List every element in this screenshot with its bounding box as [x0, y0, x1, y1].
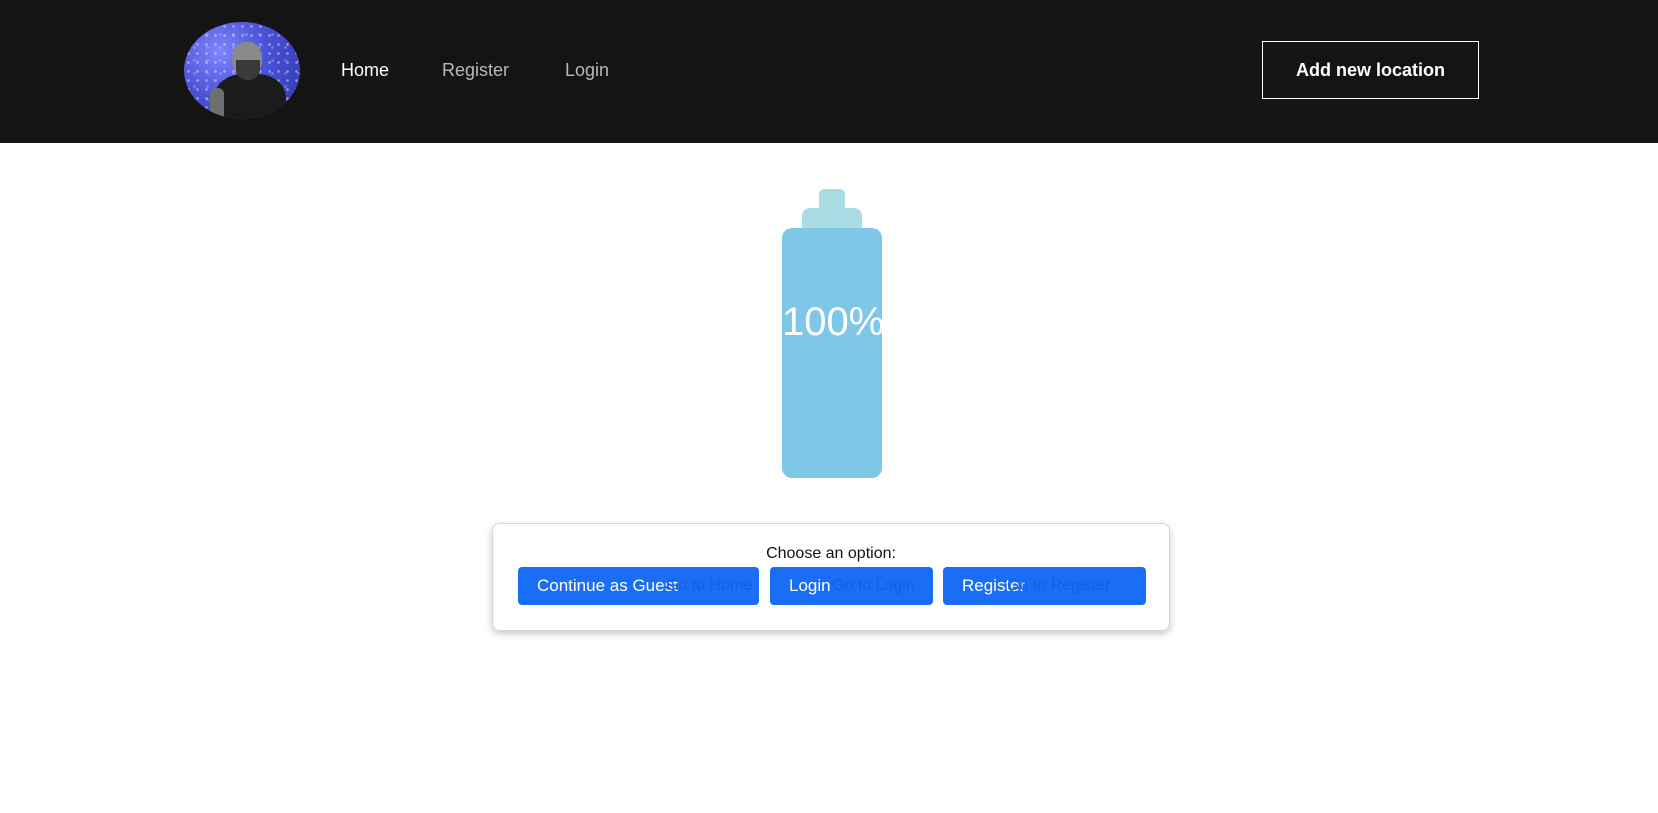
- avatar-person-body: [214, 74, 286, 119]
- add-new-location-button[interactable]: Add new location: [1262, 41, 1479, 99]
- go-to-home-hidden-link: Go to Home: [666, 577, 753, 594]
- nav-link-register[interactable]: Register: [442, 58, 509, 82]
- nav-link-login[interactable]: Login: [565, 58, 609, 82]
- go-to-login-hidden-link: Go to Login: [832, 577, 915, 594]
- avatar-person-beard: [236, 60, 260, 80]
- register-button-label: Register: [962, 576, 1026, 595]
- navbar: Home Register Login Add new location: [0, 0, 1658, 143]
- nav-link-home[interactable]: Home: [341, 58, 389, 82]
- login-button[interactable]: Login Go to Login: [770, 567, 933, 605]
- bottle-percentage-label: 100%: [782, 300, 882, 344]
- avatar-person-hand: [210, 88, 224, 119]
- avatar[interactable]: [184, 22, 300, 119]
- options-prompt: Choose an option:: [766, 545, 896, 562]
- options-card: Choose an option: Continue as Guest Go t…: [492, 523, 1170, 631]
- continue-as-guest-button[interactable]: Continue as Guest Go to Home: [518, 567, 759, 605]
- bottle-fill-level: [782, 228, 882, 478]
- continue-as-guest-label: Continue as Guest: [537, 576, 678, 595]
- water-bottle-progress: 100%: [782, 228, 882, 478]
- register-button[interactable]: Register Go to Register: [943, 567, 1146, 605]
- login-button-label: Login: [789, 576, 831, 595]
